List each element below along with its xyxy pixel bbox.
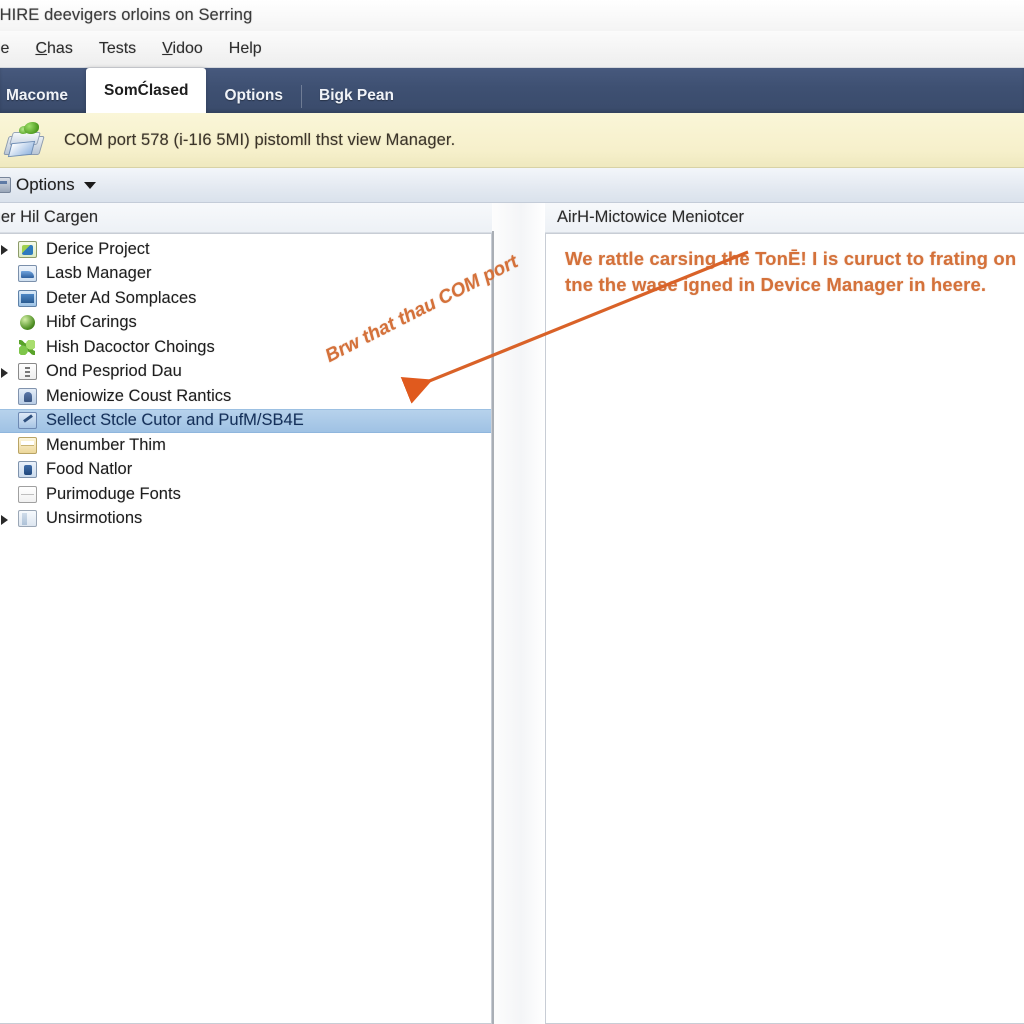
tree-item-label: Lasb Manager (46, 264, 152, 283)
tree-item-meniowize-coust-rantics[interactable]: Meniowize Coust Rantics (0, 384, 491, 409)
tree-item-lasb-manager[interactable]: Lasb Manager (0, 262, 491, 287)
title-bar: ´HIRE deevigers orloins on Serring (0, 0, 1024, 31)
device-tree[interactable]: Derice Project Lasb Manager Deter Ad Som… (0, 233, 492, 1024)
disk-icon (18, 265, 37, 283)
menu-bar: le Chas Tests Vidoo Help (0, 31, 1024, 68)
menu-item-help-label: Help (228, 40, 262, 57)
tree-item-label: Menumber Thim (46, 435, 166, 454)
puzzle-icon (18, 240, 37, 258)
tree-item-label: Ond Pespriod Dau (46, 362, 182, 381)
tab-bigk-pean[interactable]: Bigk Pean (301, 79, 412, 113)
expander-placeholder (0, 433, 15, 458)
expander-placeholder (0, 482, 15, 507)
monitor-icon (18, 289, 37, 307)
blank-page-icon (18, 485, 37, 503)
window-title: ´HIRE deevigers orloins on Serring (0, 6, 253, 24)
menu-item-file-label: le (0, 40, 10, 57)
menu-item-tests-label: Tests (98, 40, 137, 57)
menu-item-vidoo-accel: V (162, 40, 173, 57)
folder-icon (18, 436, 37, 454)
right-pane: AirH-Mictowice Meniotcer We rattle carsi… (545, 203, 1024, 1024)
toolbar: Options (0, 168, 1024, 203)
tree-item-label: Derice Project (46, 239, 150, 258)
tree-item-label: Purimoduge Fonts (46, 484, 181, 503)
tree-item-menumber-thim[interactable]: Menumber Thim (0, 433, 491, 458)
tree-item-food-natlor[interactable]: Food Natlor (0, 458, 491, 483)
ports-icon (18, 363, 37, 381)
tab-macome[interactable]: Macome (0, 79, 86, 113)
plug-icon (18, 461, 37, 479)
tab-strip: Macome SomĆlased Options Bigk Pean (0, 68, 1024, 113)
printer-with-leaf-icon (3, 122, 46, 158)
notification-bar: COM port 578 (i-1I6 5MI) pistomll thst v… (0, 113, 1024, 168)
options-icon[interactable] (0, 177, 11, 193)
left-pane: iger Hil Cargen Derice Project Lasb Mana… (0, 203, 492, 1024)
tree-item-unsirmotions[interactable]: Unsirmotions (0, 507, 491, 532)
menu-item-chas[interactable]: Chas (22, 37, 85, 61)
tree-item-label: Hish Dacoctor Choings (46, 337, 215, 356)
person-icon (18, 387, 37, 405)
notification-message: COM port 578 (i-1I6 5MI) pistomll thst v… (64, 130, 456, 149)
menu-item-chas-label: has (47, 40, 73, 57)
tree-item-derice-project[interactable]: Derice Project (0, 237, 491, 262)
tab-options[interactable]: Options (206, 79, 301, 113)
right-pane-body: We rattle carsing the TonĒ! I is curuct … (545, 233, 1024, 1024)
pane-splitter[interactable] (492, 203, 545, 1024)
tree-item-label: Hibf Carings (46, 313, 137, 332)
tree-item-label: Sellect Stcle Cutor and PufM/SB4E (46, 411, 304, 430)
expander-placeholder (0, 335, 15, 360)
pen-icon (18, 412, 37, 430)
tree-item-purimoduge-fonts[interactable]: Purimoduge Fonts (0, 482, 491, 507)
menu-item-tests[interactable]: Tests (86, 37, 149, 61)
menu-item-help[interactable]: Help (216, 37, 275, 61)
chevron-down-icon[interactable] (83, 181, 96, 189)
menu-item-file[interactable]: le (0, 37, 22, 61)
tree-item-label: Meniowize Coust Rantics (46, 386, 232, 405)
tree-item-label: Unsirmotions (46, 509, 143, 528)
expander-chevron-icon[interactable] (0, 507, 15, 532)
expander-placeholder (0, 458, 15, 483)
tab-somclased[interactable]: SomĆlased (86, 68, 207, 113)
expander-placeholder (0, 410, 15, 433)
left-pane-title: iger Hil Cargen (0, 208, 99, 226)
menu-item-vidoo-label: idoo (172, 40, 203, 57)
instruction-note: We rattle carsing the TonĒ! I is curuct … (565, 248, 1017, 295)
expander-chevron-icon[interactable] (0, 360, 15, 385)
menu-item-chas-accel: C (35, 40, 48, 57)
expander-placeholder (0, 286, 15, 311)
expander-placeholder (0, 311, 15, 336)
tree-item-selected-sellect-stcle-cutor[interactable]: Sellect Stcle Cutor and PufM/SB4E (0, 408, 491, 433)
application-window: ´HIRE deevigers orloins on Serring le Ch… (0, 0, 1024, 1024)
tree-item-hish-dacoctor-choings[interactable]: Hish Dacoctor Choings (0, 335, 491, 360)
expander-placeholder (0, 384, 15, 409)
arrows-icon (18, 339, 37, 356)
sphere-icon (18, 314, 37, 331)
right-pane-header: AirH-Mictowice Meniotcer (545, 203, 1024, 233)
folder-icon (18, 510, 37, 528)
tree-item-label: Food Natlor (46, 460, 133, 479)
left-pane-header: iger Hil Cargen (0, 203, 492, 233)
content-area: iger Hil Cargen Derice Project Lasb Mana… (0, 203, 1024, 1024)
menu-item-vidoo[interactable]: Vidoo (149, 37, 216, 61)
tree-item-ond-pespriod-dau[interactable]: Ond Pespriod Dau (0, 360, 491, 385)
expander-chevron-icon[interactable] (0, 237, 15, 262)
right-pane-title: AirH-Mictowice Meniotcer (557, 208, 745, 226)
options-button-label[interactable]: Options (16, 175, 75, 195)
tree-item-label: Deter Ad Somplaces (46, 288, 197, 307)
expander-placeholder (0, 262, 15, 287)
